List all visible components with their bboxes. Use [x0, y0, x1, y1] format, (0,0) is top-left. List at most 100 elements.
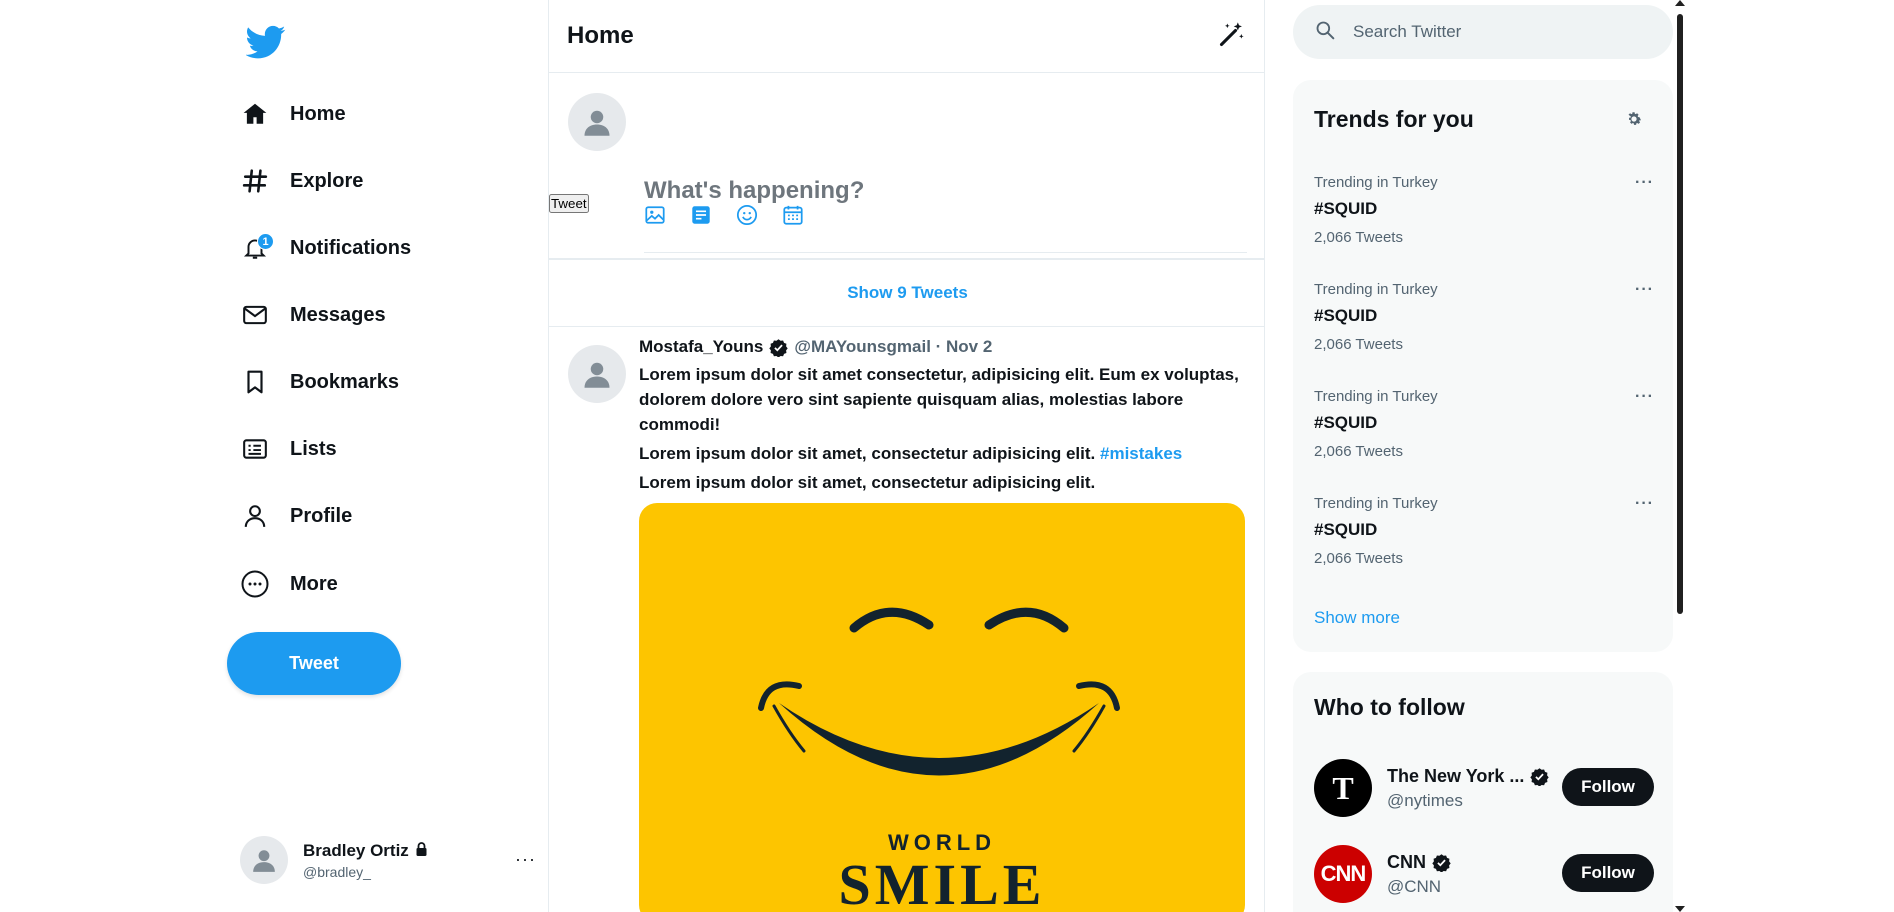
- hashtag-link[interactable]: #mistakes: [1100, 444, 1182, 463]
- avatar: [240, 836, 288, 884]
- account-name: Bradley Ortiz: [303, 841, 428, 861]
- account-switcher[interactable]: Bradley Ortiz @bradley_ ···: [240, 835, 536, 885]
- avatar[interactable]: T: [1314, 759, 1372, 817]
- follow-name-label: The New York ...: [1387, 765, 1525, 786]
- tweet-body: Mostafa_Youns @MAYounsgmail · Nov 2 Lore…: [639, 337, 1247, 912]
- sidebar-item-bookmarks[interactable]: Bookmarks: [240, 360, 399, 404]
- follow-handle: @CNN: [1387, 876, 1442, 896]
- more-dots-icon[interactable]: ···: [1635, 388, 1654, 406]
- trend-item[interactable]: Trending in Turkey #SQUID 2,066 Tweets ·…: [1314, 495, 1654, 567]
- default-avatar-icon: [584, 110, 610, 136]
- show-new-tweets-button[interactable]: Show 9 Tweets: [549, 260, 1264, 327]
- sidebar-item-label: Lists: [290, 437, 337, 460]
- trend-item[interactable]: Trending in Turkey #SQUID 2,066 Tweets ·…: [1314, 174, 1654, 246]
- sidebar-item-messages[interactable]: Messages: [240, 293, 386, 337]
- list-icon: [240, 434, 270, 464]
- sidebar-item-lists[interactable]: Lists: [240, 427, 337, 471]
- bookmark-icon: [240, 367, 270, 397]
- sidebar-item-notifications[interactable]: 1 Notifications: [240, 226, 411, 270]
- scroll-up-arrow-icon[interactable]: [1675, 0, 1685, 6]
- trend-tag: #SQUID: [1314, 306, 1378, 325]
- verified-badge-icon: [769, 338, 789, 357]
- avatar[interactable]: [568, 345, 626, 403]
- compose-toolbar: Tweet: [549, 194, 1264, 260]
- sidebar-item-explore[interactable]: Explore: [240, 159, 363, 203]
- trends-title: Trends for you: [1314, 106, 1474, 132]
- more-dots-icon[interactable]: ···: [1635, 495, 1654, 513]
- scroll-down-arrow-icon[interactable]: [1675, 906, 1685, 912]
- tweet-button[interactable]: Tweet: [227, 632, 401, 695]
- page-title: Home: [567, 22, 634, 49]
- who-to-follow-panel: Who to follow T The New York ... @nytime…: [1293, 672, 1673, 912]
- trend-context: Trending in Turkey: [1314, 495, 1438, 512]
- schedule-icon[interactable]: [782, 204, 804, 231]
- emoji-icon[interactable]: [736, 204, 758, 231]
- tweet-handle-date: @MAYounsgmail · Nov 2: [794, 337, 993, 356]
- sidebar-item-label: Explore: [290, 169, 364, 192]
- compose-tweet-button[interactable]: Tweet: [549, 194, 589, 213]
- search-input[interactable]: [1353, 22, 1653, 42]
- envelope-icon: [240, 300, 270, 330]
- follow-button[interactable]: Follow: [1562, 854, 1654, 892]
- sidebar-item-more[interactable]: More: [240, 562, 338, 606]
- media-caption-smile: SMILE: [838, 852, 1046, 912]
- follow-text: The New York ... @nytimes: [1387, 766, 1557, 811]
- show-more-link[interactable]: Show more: [1314, 608, 1400, 628]
- trend-count: 2,066 Tweets: [1314, 443, 1403, 460]
- sidebar-item-label: Profile: [290, 504, 353, 527]
- sidebar-item-label: Home: [290, 102, 346, 125]
- follow-button[interactable]: Follow: [1562, 768, 1654, 806]
- bell-icon: 1: [240, 233, 274, 263]
- verified-badge-icon: [1432, 853, 1451, 872]
- account-handle: @bradley_: [303, 863, 371, 880]
- scrollbar-thumb[interactable]: [1677, 14, 1683, 614]
- trend-tag: #SQUID: [1314, 413, 1378, 432]
- sidebar-item-label: Messages: [290, 303, 386, 326]
- more-circle-icon: [240, 569, 270, 599]
- right-sidebar: Trends for you Trending in Turkey #SQUID…: [1293, 0, 1673, 912]
- trends-panel: Trends for you Trending in Turkey #SQUID…: [1293, 80, 1673, 652]
- tweet-author-name[interactable]: Mostafa_Youns: [639, 337, 763, 357]
- search-bar[interactable]: [1293, 5, 1673, 59]
- trend-tag: #SQUID: [1314, 520, 1378, 539]
- follow-name: CNN: [1387, 852, 1557, 873]
- tweet-header: Mostafa_Youns @MAYounsgmail · Nov 2: [639, 337, 1247, 357]
- sidebar-item-label: Notifications: [290, 236, 412, 259]
- trend-context: Trending in Turkey: [1314, 174, 1438, 191]
- more-dots-icon[interactable]: ···: [515, 849, 536, 870]
- avatar[interactable]: CNN: [1314, 845, 1372, 903]
- follow-name: The New York ...: [1387, 766, 1557, 787]
- tweet-paragraph-with-hashtag: Lorem ipsum dolor sit amet, consectetur …: [639, 441, 1247, 466]
- sidebar-item-label: More: [290, 572, 338, 595]
- avatar: [568, 93, 626, 151]
- scrollbar[interactable]: [1675, 0, 1685, 912]
- more-dots-icon[interactable]: ···: [1635, 174, 1654, 192]
- trend-count: 2,066 Tweets: [1314, 229, 1403, 246]
- twitter-bird-icon[interactable]: [245, 22, 286, 62]
- trend-context: Trending in Turkey: [1314, 388, 1438, 405]
- sparkle-icon[interactable]: [1218, 20, 1246, 53]
- hashtag-icon: [240, 166, 270, 196]
- more-dots-icon[interactable]: ···: [1635, 281, 1654, 299]
- trend-item[interactable]: Trending in Turkey #SQUID 2,066 Tweets ·…: [1314, 388, 1654, 460]
- gif-icon[interactable]: [690, 204, 712, 231]
- notification-badge: 1: [257, 233, 274, 250]
- trend-tag: #SQUID: [1314, 199, 1378, 218]
- follow-suggestion[interactable]: T The New York ... @nytimes Follow: [1314, 758, 1654, 818]
- tweet-paragraph-text: Lorem ipsum dolor sit amet, consectetur …: [639, 444, 1096, 463]
- image-icon[interactable]: [644, 204, 666, 231]
- sidebar-item-label: Bookmarks: [290, 370, 399, 393]
- sidebar-item-home[interactable]: Home: [240, 92, 346, 136]
- default-avatar-icon: [584, 362, 610, 388]
- trend-item[interactable]: Trending in Turkey #SQUID 2,066 Tweets ·…: [1314, 281, 1654, 353]
- trend-count: 2,066 Tweets: [1314, 550, 1403, 567]
- follow-suggestion[interactable]: CNN CNN @CNN Follow: [1314, 844, 1654, 904]
- sidebar-item-profile[interactable]: Profile: [240, 494, 352, 538]
- tweet-paragraph: Lorem ipsum dolor sit amet consectetur, …: [639, 365, 1239, 434]
- compose-icons: [644, 204, 804, 231]
- tweet-item[interactable]: Mostafa_Youns @MAYounsgmail · Nov 2 Lore…: [549, 327, 1264, 912]
- sidebar: Home Explore 1 Notifications Messages Bo…: [226, 0, 548, 912]
- follow-name-label: CNN: [1387, 851, 1426, 872]
- tweet-media-image[interactable]: WORLD SMILE: [639, 503, 1245, 912]
- gear-icon[interactable]: [1625, 110, 1643, 133]
